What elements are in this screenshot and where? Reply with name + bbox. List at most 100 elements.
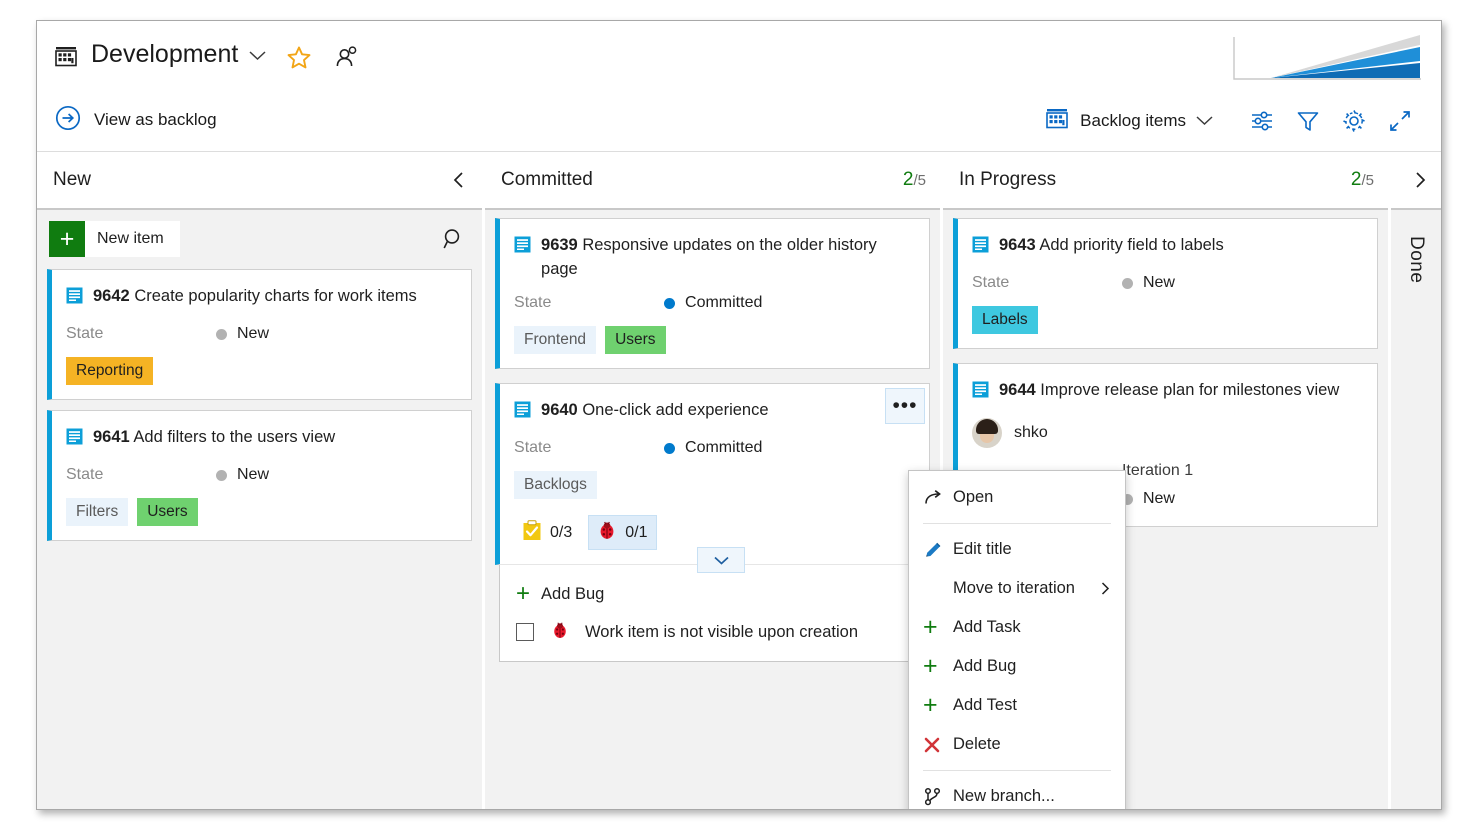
bug-counter-value: 0/1 (625, 523, 648, 541)
backlog-item-icon (66, 287, 83, 312)
context-menu-label: Add Bug (953, 657, 1017, 675)
column-header-in-progress: In Progress 2/5 (942, 152, 1388, 208)
context-menu-label: Add Test (953, 696, 1017, 714)
bug-ladybug-icon (597, 520, 617, 545)
card-state-field: State New (66, 325, 457, 343)
context-menu-item-open[interactable]: Open (909, 478, 1125, 517)
card-title-row: 9639 Responsive updates on the older his… (514, 233, 915, 281)
card-title-row: 9641 Add filters to the users view (66, 425, 457, 453)
plus-icon: + (923, 691, 938, 719)
state-dot (664, 297, 676, 309)
state-value: New (1142, 274, 1175, 291)
context-menu-label: Add Task (953, 618, 1021, 636)
board-grid-icon (1046, 107, 1068, 134)
tag-chip[interactable]: Reporting (66, 357, 154, 385)
tag-chip[interactable]: Frontend (514, 326, 597, 354)
plus-icon: + (516, 580, 531, 607)
context-menu-item-add-bug[interactable]: + Add Bug (909, 647, 1125, 686)
task-checklist-icon (522, 519, 542, 546)
task-counter[interactable]: 0/3 (514, 516, 580, 550)
fullscreen-expand-icon[interactable] (1377, 101, 1423, 141)
bug-counter[interactable]: 0/1 (588, 515, 657, 550)
field-label-state: State (514, 294, 552, 311)
context-menu-separator (923, 523, 1111, 524)
card-title: 9639 Responsive updates on the older his… (541, 233, 915, 281)
field-label-state: State (66, 466, 104, 483)
context-menu-item-add-task[interactable]: + Add Task (909, 608, 1125, 647)
board-column-new: New + New item 9642 Create popularity ch… (37, 152, 483, 809)
column-title: Done (1405, 236, 1427, 284)
card-state-field: State New (972, 274, 1363, 292)
column-body-done[interactable]: Done (1390, 208, 1441, 809)
chevron-down-icon[interactable] (697, 547, 746, 573)
add-bug-label: Add Bug (541, 584, 605, 603)
kanban-board-window: Development View as backlog Backlog item… (36, 20, 1442, 810)
context-menu-item-new-branch[interactable]: New branch... (909, 777, 1125, 809)
column-wip-limit: 2/5 (903, 169, 926, 191)
context-menu-item-delete[interactable]: Delete (909, 725, 1125, 764)
column-title: New (53, 169, 92, 190)
open-arrow-icon (923, 488, 953, 508)
board-card[interactable]: 9643 Add priority field to labels State … (952, 218, 1378, 349)
star-icon[interactable] (286, 45, 312, 76)
velocity-sparkline-chart[interactable] (1231, 33, 1421, 91)
assignee-name: shko (1013, 424, 1048, 441)
board-card[interactable]: ••• 9640 One-click add experience State … (495, 383, 930, 662)
backlog-level-picker[interactable]: Backlog items (1040, 103, 1219, 138)
context-menu-item-move-to-iteration[interactable]: Move to iteration (909, 569, 1125, 608)
column-body-new: + New item 9642 Create popularity charts… (37, 208, 483, 809)
chevron-down-icon[interactable] (249, 48, 266, 66)
plus-icon: + (49, 221, 85, 257)
search-icon[interactable] (438, 223, 470, 255)
plus-icon: + (923, 652, 938, 680)
column-title: Committed (501, 169, 593, 190)
view-as-backlog-button[interactable]: View as backlog (55, 105, 217, 136)
card-tags: Filters Users (66, 498, 457, 526)
board-card[interactable]: 9641 Add filters to the users view State… (47, 410, 473, 541)
settings-gear-icon[interactable] (1331, 101, 1377, 141)
expand-column-button[interactable] (1411, 171, 1429, 189)
context-menu-item-edit-title[interactable]: Edit title (909, 530, 1125, 569)
child-bug-row[interactable]: Work item is not visible upon creation (500, 613, 929, 651)
card-title-text: Add filters to the users view (133, 428, 336, 446)
board-card[interactable]: 9639 Responsive updates on the older his… (495, 218, 930, 369)
card-tags: Frontend Users (514, 326, 915, 354)
card-title-text: Improve release plan for milestones view (1040, 381, 1340, 399)
state-dot (1121, 277, 1133, 289)
new-item-label: New item (97, 230, 164, 247)
add-bug-button[interactable]: + Add Bug (500, 575, 929, 613)
wip-max: /5 (913, 172, 926, 189)
view-as-backlog-label: View as backlog (94, 110, 217, 129)
chevron-down-icon (1196, 113, 1213, 131)
context-menu-item-add-test[interactable]: + Add Test (909, 686, 1125, 725)
card-title: 9642 Create popularity charts for work i… (93, 284, 417, 308)
tag-chip[interactable]: Labels (971, 306, 1038, 334)
card-title: 9641 Add filters to the users view (93, 425, 335, 449)
tag-chip[interactable]: Filters (66, 498, 129, 526)
tag-chip[interactable]: Backlogs (514, 471, 597, 499)
task-counter-value: 0/3 (550, 523, 573, 541)
card-title-row: 9640 One-click add experience (514, 398, 915, 426)
context-menu-label: Open (953, 488, 994, 506)
state-value: New (237, 325, 270, 342)
tag-chip[interactable]: Users (605, 326, 666, 354)
more-actions-ellipsis-icon[interactable]: ••• (884, 388, 925, 424)
toolbar-right-group: Backlog items (1040, 89, 1423, 152)
column-header-committed: Committed 2/5 (485, 152, 940, 208)
card-title: 9643 Add priority field to labels (999, 233, 1224, 257)
board-card[interactable]: 9642 Create popularity charts for work i… (47, 269, 473, 400)
child-bug-title: Work item is not visible upon creation (585, 622, 858, 641)
filter-icon[interactable] (1285, 101, 1331, 141)
new-item-button[interactable]: + New item (49, 221, 180, 257)
wip-current: 2 (1350, 169, 1362, 190)
field-label-state: State (971, 274, 1010, 291)
people-icon[interactable] (334, 45, 360, 76)
card-state-field: State Committed (514, 439, 915, 457)
checkbox[interactable] (516, 623, 535, 641)
board-settings-sliders-icon[interactable] (1239, 101, 1285, 141)
card-id: 9644 (998, 381, 1036, 399)
card-title-row: 9643 Add priority field to labels (972, 233, 1363, 261)
tag-chip[interactable]: Users (137, 498, 198, 526)
column-body-committed: 9639 Responsive updates on the older his… (485, 208, 940, 809)
collapse-column-button[interactable] (450, 171, 468, 189)
